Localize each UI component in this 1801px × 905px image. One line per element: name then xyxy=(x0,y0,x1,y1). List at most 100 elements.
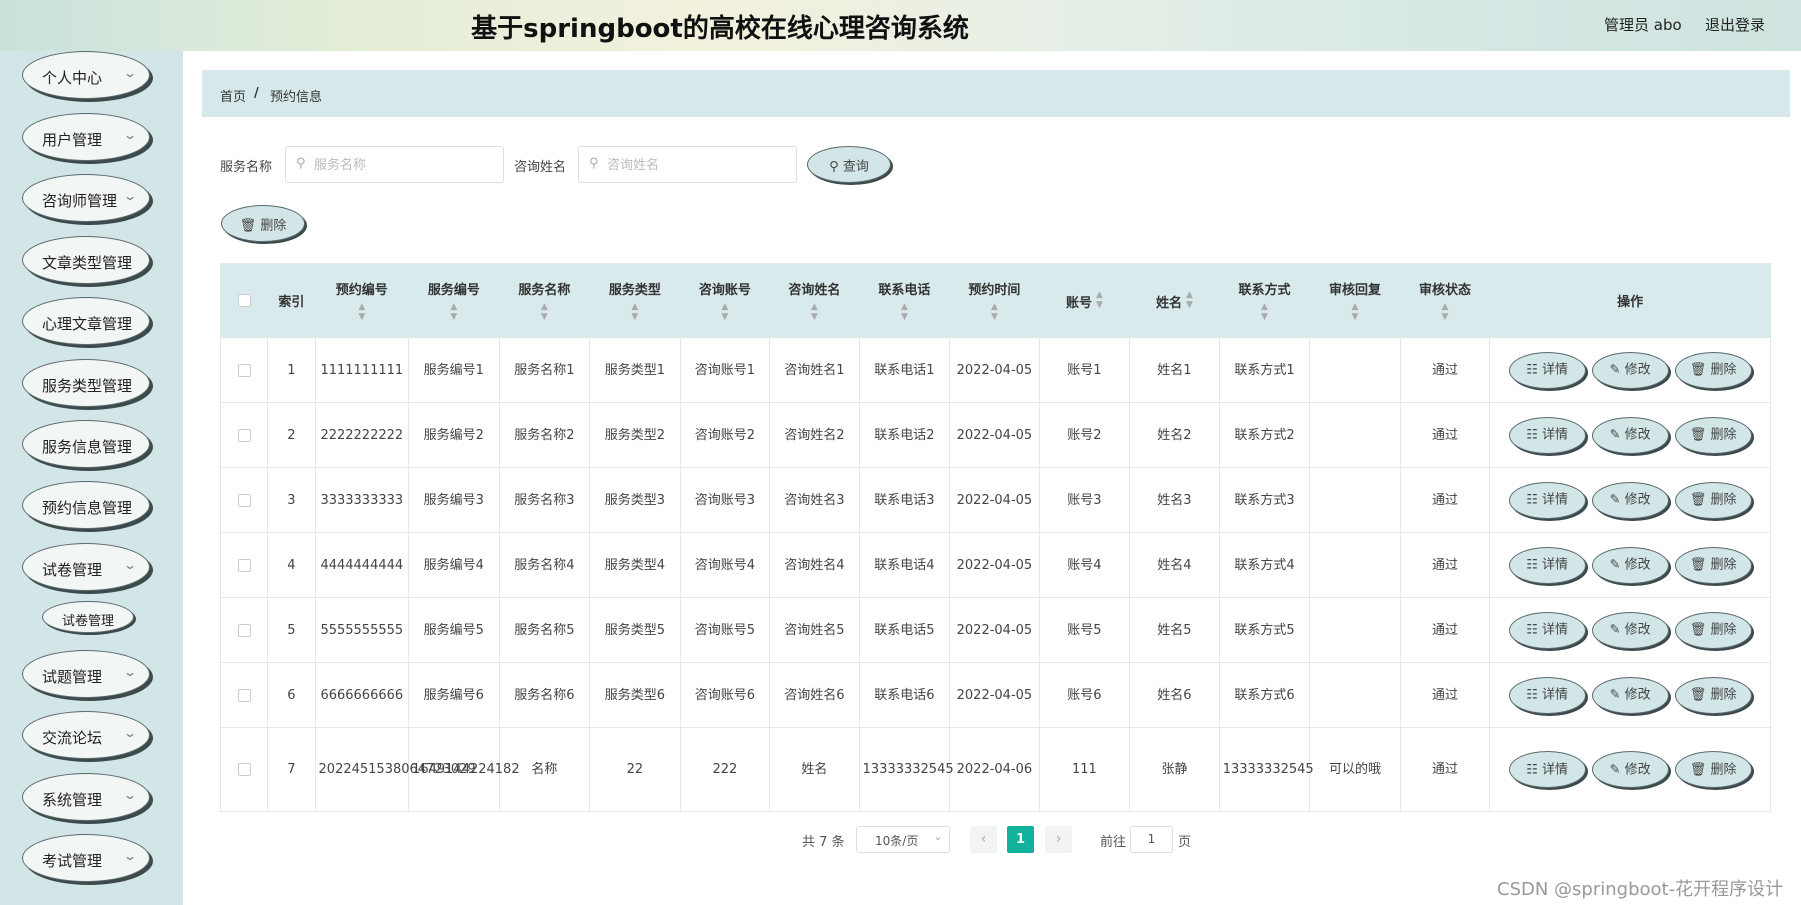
sort-icon[interactable]: ▲ ▼ xyxy=(412,302,496,322)
current-page-button[interactable]: 1 xyxy=(1007,826,1034,853)
sidebar-item[interactable]: 预约信息管理 xyxy=(22,481,150,529)
sidebar-item[interactable]: 服务类型管理 xyxy=(22,359,150,407)
detail-button[interactable]: ☷ 详情 xyxy=(1508,481,1586,519)
column-header[interactable]: 服务类型 ▲ ▼ xyxy=(589,263,681,338)
sort-icon[interactable]: ▲ ▼ xyxy=(1223,302,1307,322)
delete-button[interactable]: 🗑 删除 xyxy=(1674,676,1752,714)
query-button[interactable]: ⚲ 查询 xyxy=(807,146,891,183)
actions-cell: ☷ 详情 ✎ 修改 🗑 删除 xyxy=(1489,402,1771,468)
detail-button[interactable]: ☷ 详情 xyxy=(1508,611,1586,649)
sidebar-item[interactable]: 试卷管理 ⌄ xyxy=(22,543,150,591)
sidebar-item[interactable]: 试题管理 ⌄ xyxy=(22,650,150,698)
detail-button[interactable]: ☷ 详情 xyxy=(1508,676,1586,714)
column-header[interactable]: 账号 ▲ ▼ xyxy=(1038,263,1131,338)
delete-button[interactable]: 🗑 删除 xyxy=(1674,416,1752,454)
table-row[interactable]: 6 6666666666 服务编号6 服务名称6 服务类型6 咨询账号6 咨询姓名6 联系电话… xyxy=(219,662,1771,728)
column-header[interactable]: 服务编号 ▲ ▼ xyxy=(408,263,500,338)
edit-button[interactable]: ✎ 修改 xyxy=(1591,351,1669,389)
edit-button[interactable]: ✎ 修改 xyxy=(1591,546,1669,584)
breadcrumb-home[interactable]: 首页 xyxy=(220,86,246,105)
row-select-cell xyxy=(219,532,269,598)
prev-page-button[interactable]: ‹ xyxy=(970,826,997,853)
sidebar: 个人中心 ⌄ 用户管理 ⌄ 咨询师管理 ⌄ 文章类型管理心理文章管理服务类型管理 服务信息管理… xyxy=(0,51,183,905)
row-checkbox[interactable] xyxy=(237,623,251,637)
next-page-button[interactable]: › xyxy=(1045,826,1072,853)
goto-page-input[interactable]: 1 xyxy=(1130,826,1173,853)
row-checkbox[interactable] xyxy=(237,363,251,377)
page-size-select[interactable]: 10条/页 ⌄ xyxy=(856,826,950,853)
table-row[interactable]: 2 2222222222 服务编号2 服务名称2 服务类型2 咨询账号2 咨询姓名2 联系电话… xyxy=(219,402,1771,468)
sort-icon[interactable]: ▲ ▼ xyxy=(593,302,677,322)
edit-button[interactable]: ✎ 修改 xyxy=(1591,611,1669,649)
table-cell: 联系电话1 xyxy=(858,337,951,403)
column-header[interactable]: 审核回复 ▲ ▼ xyxy=(1309,263,1401,338)
consult-name-input[interactable] xyxy=(607,155,787,175)
column-header[interactable]: 预约编号 ▲ ▼ xyxy=(314,263,410,338)
delete-button[interactable]: 🗑 删除 xyxy=(1674,751,1752,788)
detail-button[interactable]: ☷ 详情 xyxy=(1508,546,1586,584)
sidebar-item[interactable]: 考试管理 ⌄ xyxy=(22,834,150,882)
sidebar-item-label: 心理文章管理 xyxy=(42,315,133,333)
row-checkbox[interactable] xyxy=(237,763,251,776)
table-cell: 服务编号3 xyxy=(408,467,500,533)
row-checkbox[interactable] xyxy=(237,428,251,442)
detail-button[interactable]: ☷ 详情 xyxy=(1508,416,1586,454)
sort-icon[interactable]: ▲ ▼ xyxy=(503,302,587,322)
sort-icon[interactable]: ▲ ▼ xyxy=(773,302,856,322)
sort-icon[interactable]: ▲ ▼ xyxy=(684,302,767,322)
sidebar-item[interactable]: 服务信息管理 xyxy=(22,420,150,468)
edit-button[interactable]: ✎ 修改 xyxy=(1591,751,1669,788)
sidebar-item[interactable]: 个人中心 ⌄ xyxy=(22,51,150,99)
batch-delete-button[interactable]: 🗑 删除 xyxy=(221,205,305,242)
logout-link[interactable]: 退出登录 xyxy=(1705,14,1765,35)
service-name-input[interactable] xyxy=(314,155,494,175)
sidebar-item[interactable]: 文章类型管理 xyxy=(22,236,150,284)
table-cell: 通过 xyxy=(1399,727,1491,812)
sidebar-item[interactable]: 用户管理 ⌄ xyxy=(22,113,150,161)
select-all-checkbox[interactable] xyxy=(237,294,251,307)
edit-button[interactable]: ✎ 修改 xyxy=(1591,416,1669,454)
column-header[interactable]: 预约时间 ▲ ▼ xyxy=(949,263,1040,338)
sidebar-item[interactable]: 系统管理 ⌄ xyxy=(22,773,150,821)
edit-button[interactable]: ✎ 修改 xyxy=(1591,676,1669,714)
column-header[interactable]: 咨询账号 ▲ ▼ xyxy=(679,263,771,338)
table-row[interactable]: 5 5555555555 服务编号5 服务名称5 服务类型5 咨询账号5 咨询姓名5 联系电话… xyxy=(219,597,1771,663)
table-cell: 联系方式1 xyxy=(1218,337,1311,403)
delete-button[interactable]: 🗑 删除 xyxy=(1674,481,1752,519)
sidebar-item-label: 预约信息管理 xyxy=(42,499,133,517)
chevron-down-icon: ⌄ xyxy=(122,558,138,572)
sort-icon[interactable]: ▲ ▼ xyxy=(319,302,406,322)
consult-name-field[interactable]: ⚲ xyxy=(578,146,797,183)
row-checkbox[interactable] xyxy=(237,493,251,507)
sidebar-item[interactable]: 交流论坛 ⌄ xyxy=(22,711,150,759)
column-header[interactable]: 服务名称 ▲ ▼ xyxy=(498,263,591,338)
sidebar-item[interactable]: 咨询师管理 ⌄ xyxy=(22,174,150,222)
column-header[interactable]: 联系方式 ▲ ▼ xyxy=(1218,263,1311,338)
table-row[interactable]: 1 1111111111 服务编号1 服务名称1 服务类型1 咨询账号1 咨询姓名1 联系电话… xyxy=(219,337,1771,403)
delete-button-content: 🗑 删除 xyxy=(1676,490,1751,511)
edit-button[interactable]: ✎ 修改 xyxy=(1591,481,1669,519)
sort-icon[interactable]: ▲ ▼ xyxy=(953,302,1036,322)
sidebar-subitem[interactable]: 试卷管理 xyxy=(42,601,134,633)
sort-icon[interactable]: ▲ ▼ xyxy=(1096,290,1103,310)
sort-icon[interactable]: ▲ ▼ xyxy=(1404,302,1487,322)
service-name-field[interactable]: ⚲ xyxy=(285,146,504,183)
column-header[interactable]: 审核状态 ▲ ▼ xyxy=(1399,263,1491,338)
sidebar-item[interactable]: 心理文章管理 xyxy=(22,297,150,345)
sort-icon[interactable]: ▲ ▼ xyxy=(1186,290,1193,310)
row-checkbox[interactable] xyxy=(237,558,251,572)
table-row[interactable]: 7 2022451538064723029 1649144224182 名称 22 222… xyxy=(219,727,1771,812)
detail-button[interactable]: ☷ 详情 xyxy=(1508,351,1586,389)
column-header[interactable]: 联系电话 ▲ ▼ xyxy=(858,263,951,338)
table-row[interactable]: 4 4444444444 服务编号4 服务名称4 服务类型4 咨询账号4 咨询姓名4 联系电话… xyxy=(219,532,1771,598)
sort-icon[interactable]: ▲ ▼ xyxy=(1313,302,1397,322)
row-checkbox[interactable] xyxy=(237,688,251,702)
delete-button[interactable]: 🗑 删除 xyxy=(1674,351,1752,389)
table-row[interactable]: 3 3333333333 服务编号3 服务名称3 服务类型3 咨询账号3 咨询姓名3 联系电话… xyxy=(219,467,1771,533)
delete-button[interactable]: 🗑 删除 xyxy=(1674,611,1752,649)
detail-button[interactable]: ☷ 详情 xyxy=(1508,751,1586,788)
sort-icon[interactable]: ▲ ▼ xyxy=(863,302,947,322)
delete-button[interactable]: 🗑 删除 xyxy=(1674,546,1752,584)
column-header[interactable]: 姓名 ▲ ▼ xyxy=(1129,263,1220,338)
column-header[interactable]: 咨询姓名 ▲ ▼ xyxy=(769,263,860,338)
